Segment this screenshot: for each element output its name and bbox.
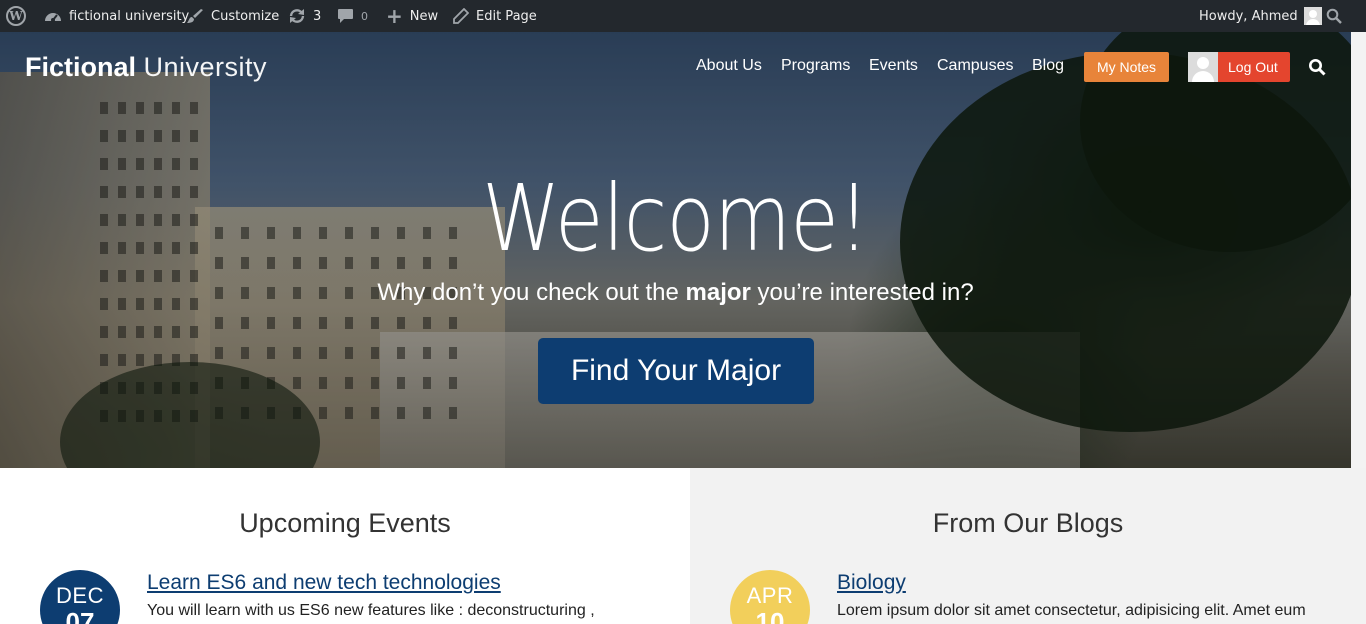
customize-link[interactable]: Customize (187, 0, 279, 32)
my-account-link[interactable]: Howdy, Ahmed (1199, 0, 1322, 32)
find-your-major-button[interactable]: Find Your Major (538, 338, 814, 404)
logo-bold-text: Fictional (25, 52, 137, 82)
nav-blog[interactable]: Blog (1032, 57, 1064, 75)
admin-bar: W fictional university Customize 3 0 + N… (0, 0, 1366, 32)
hero-tagline: Why don’t you check out the major you’re… (0, 279, 1351, 307)
blog-month: APR (746, 583, 794, 608)
pencil-icon (453, 8, 469, 24)
brush-icon (187, 8, 204, 24)
site-name: fictional university (69, 8, 190, 24)
plus-icon: + (386, 4, 403, 28)
admin-site-link[interactable]: fictional university (44, 0, 189, 32)
hero-banner: Fictional University About Us Programs E… (0, 32, 1351, 468)
hero-title: Welcome! (482, 165, 870, 272)
site-logo[interactable]: Fictional University (25, 52, 267, 83)
new-label: New (409, 8, 439, 24)
edit-page-label: Edit Page (476, 8, 537, 24)
log-out-label: Log Out (1228, 59, 1278, 75)
dashboard-icon (44, 9, 62, 23)
scrollbar-track[interactable] (1351, 32, 1366, 468)
updates-link[interactable]: 3 (288, 0, 321, 32)
blogs-section: From Our Blogs APR 10 Biology Lorem ipsu… (690, 468, 1366, 624)
search-icon[interactable] (1308, 58, 1326, 76)
nav-programs[interactable]: Programs (781, 57, 850, 75)
comments-count: 0 (361, 9, 368, 23)
updates-icon (288, 8, 306, 24)
event-excerpt: You will learn with us ES6 new features … (147, 602, 595, 619)
events-heading: Upcoming Events (239, 508, 451, 538)
tagline-end: you’re interested in? (757, 279, 974, 306)
user-avatar-icon (1188, 52, 1218, 82)
nav-campuses[interactable]: Campuses (937, 57, 1013, 75)
blog-day: 10 (755, 607, 785, 624)
blogs-heading: From Our Blogs (932, 508, 1124, 538)
new-content-link[interactable]: + New (386, 0, 438, 32)
event-day: 07 (65, 607, 95, 624)
edit-page-link[interactable]: Edit Page (453, 0, 537, 32)
blog-date-badge[interactable]: APR 10 (730, 570, 810, 624)
event-month: DEC (56, 583, 104, 608)
updates-count: 3 (313, 8, 322, 24)
tagline-bold: major (685, 279, 751, 306)
blog-title-link[interactable]: Biology (837, 571, 906, 595)
upcoming-events-section: Upcoming Events DEC 07 Learn ES6 and new… (0, 468, 690, 624)
howdy-label: Howdy, Ahmed (1199, 8, 1298, 24)
nav-events[interactable]: Events (869, 57, 918, 75)
log-out-button[interactable]: Log Out (1188, 52, 1290, 82)
my-notes-button[interactable]: My Notes (1084, 52, 1169, 82)
wordpress-logo-icon[interactable]: W (6, 0, 26, 32)
nav-about-us[interactable]: About Us (696, 57, 762, 75)
comments-link[interactable]: 0 (337, 0, 368, 32)
event-title-link[interactable]: Learn ES6 and new tech technologies (147, 571, 501, 595)
logo-light-text: University (143, 52, 268, 82)
event-date-badge[interactable]: DEC 07 (40, 570, 120, 624)
user-avatar-icon (1303, 7, 1322, 25)
tagline-start: Why don’t you check out the (377, 279, 679, 306)
blog-excerpt: Lorem ipsum dolor sit amet consectetur, … (837, 602, 1306, 619)
admin-search-icon[interactable] (1326, 0, 1342, 32)
comment-icon (337, 8, 354, 24)
customize-label: Customize (211, 8, 280, 24)
